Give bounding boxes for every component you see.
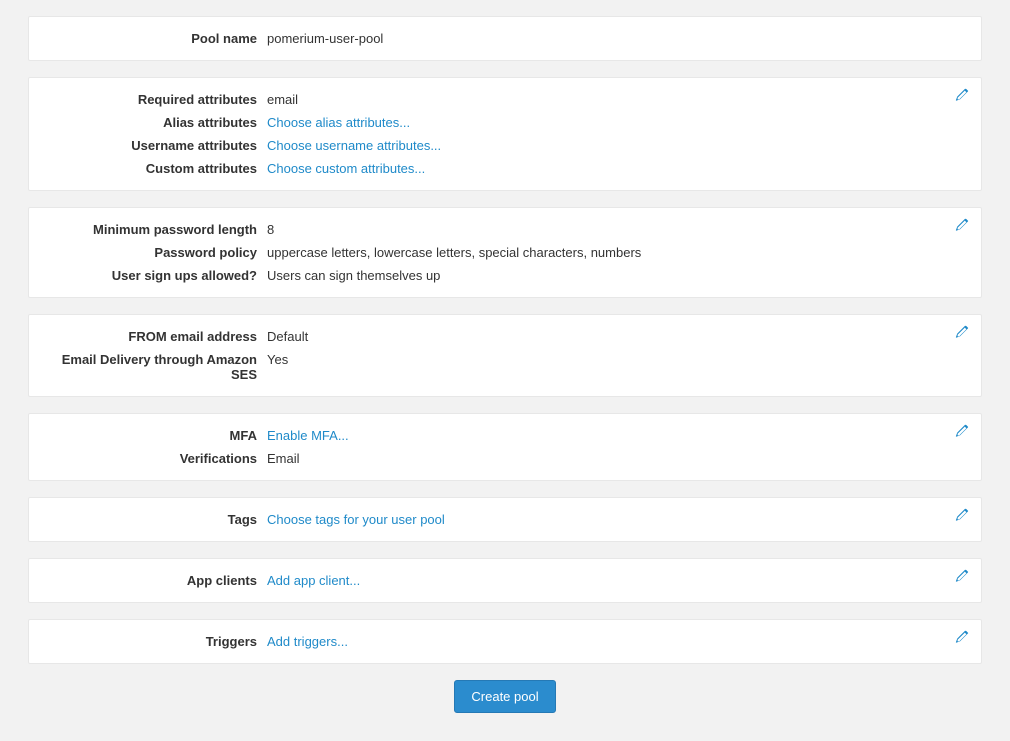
pencil-icon[interactable]	[955, 325, 969, 339]
create-pool-row: Create pool	[28, 680, 982, 713]
create-pool-button[interactable]: Create pool	[454, 680, 555, 713]
pencil-icon[interactable]	[955, 630, 969, 644]
signups-value: Users can sign themselves up	[267, 268, 440, 283]
pool-name-row: Pool name pomerium-user-pool	[45, 31, 965, 46]
from-email-label: FROM email address	[45, 329, 267, 344]
custom-attributes-row: Custom attributes Choose custom attribut…	[45, 161, 965, 176]
ses-row: Email Delivery through Amazon SES Yes	[45, 352, 965, 382]
ses-label: Email Delivery through Amazon SES	[45, 352, 267, 382]
verifications-row: Verifications Email	[45, 451, 965, 466]
pencil-icon[interactable]	[955, 218, 969, 232]
mfa-card: MFA Enable MFA... Verifications Email	[28, 413, 982, 481]
min-pw-length-value: 8	[267, 222, 274, 237]
pencil-icon[interactable]	[955, 508, 969, 522]
alias-attributes-label: Alias attributes	[45, 115, 267, 130]
from-email-value: Default	[267, 329, 308, 344]
app-clients-card: App clients Add app client...	[28, 558, 982, 603]
app-clients-label: App clients	[45, 573, 267, 588]
alias-attributes-row: Alias attributes Choose alias attributes…	[45, 115, 965, 130]
app-clients-link[interactable]: Add app client...	[267, 573, 360, 588]
required-attributes-label: Required attributes	[45, 92, 267, 107]
app-clients-row: App clients Add app client...	[45, 573, 965, 588]
from-email-row: FROM email address Default	[45, 329, 965, 344]
triggers-row: Triggers Add triggers...	[45, 634, 965, 649]
verifications-label: Verifications	[45, 451, 267, 466]
pool-name-value: pomerium-user-pool	[267, 31, 383, 46]
tags-row: Tags Choose tags for your user pool	[45, 512, 965, 527]
required-attributes-value: email	[267, 92, 298, 107]
username-attributes-row: Username attributes Choose username attr…	[45, 138, 965, 153]
triggers-card: Triggers Add triggers...	[28, 619, 982, 664]
required-attributes-row: Required attributes email	[45, 92, 965, 107]
signups-label: User sign ups allowed?	[45, 268, 267, 283]
username-attributes-label: Username attributes	[45, 138, 267, 153]
mfa-label: MFA	[45, 428, 267, 443]
pencil-icon[interactable]	[955, 88, 969, 102]
password-card: Minimum password length 8 Password polic…	[28, 207, 982, 298]
email-card: FROM email address Default Email Deliver…	[28, 314, 982, 397]
mfa-link[interactable]: Enable MFA...	[267, 428, 349, 443]
pool-name-label: Pool name	[45, 31, 267, 46]
tags-card: Tags Choose tags for your user pool	[28, 497, 982, 542]
username-attributes-link[interactable]: Choose username attributes...	[267, 138, 441, 153]
mfa-row: MFA Enable MFA...	[45, 428, 965, 443]
signups-row: User sign ups allowed? Users can sign th…	[45, 268, 965, 283]
pw-policy-value: uppercase letters, lowercase letters, sp…	[267, 245, 641, 260]
min-pw-length-label: Minimum password length	[45, 222, 267, 237]
custom-attributes-link[interactable]: Choose custom attributes...	[267, 161, 425, 176]
verifications-value: Email	[267, 451, 300, 466]
ses-value: Yes	[267, 352, 288, 367]
triggers-link[interactable]: Add triggers...	[267, 634, 348, 649]
min-pw-length-row: Minimum password length 8	[45, 222, 965, 237]
pencil-icon[interactable]	[955, 424, 969, 438]
triggers-label: Triggers	[45, 634, 267, 649]
alias-attributes-link[interactable]: Choose alias attributes...	[267, 115, 410, 130]
tags-link[interactable]: Choose tags for your user pool	[267, 512, 445, 527]
pencil-icon[interactable]	[955, 569, 969, 583]
pw-policy-label: Password policy	[45, 245, 267, 260]
pool-name-card: Pool name pomerium-user-pool	[28, 16, 982, 61]
tags-label: Tags	[45, 512, 267, 527]
pw-policy-row: Password policy uppercase letters, lower…	[45, 245, 965, 260]
attributes-card: Required attributes email Alias attribut…	[28, 77, 982, 191]
custom-attributes-label: Custom attributes	[45, 161, 267, 176]
